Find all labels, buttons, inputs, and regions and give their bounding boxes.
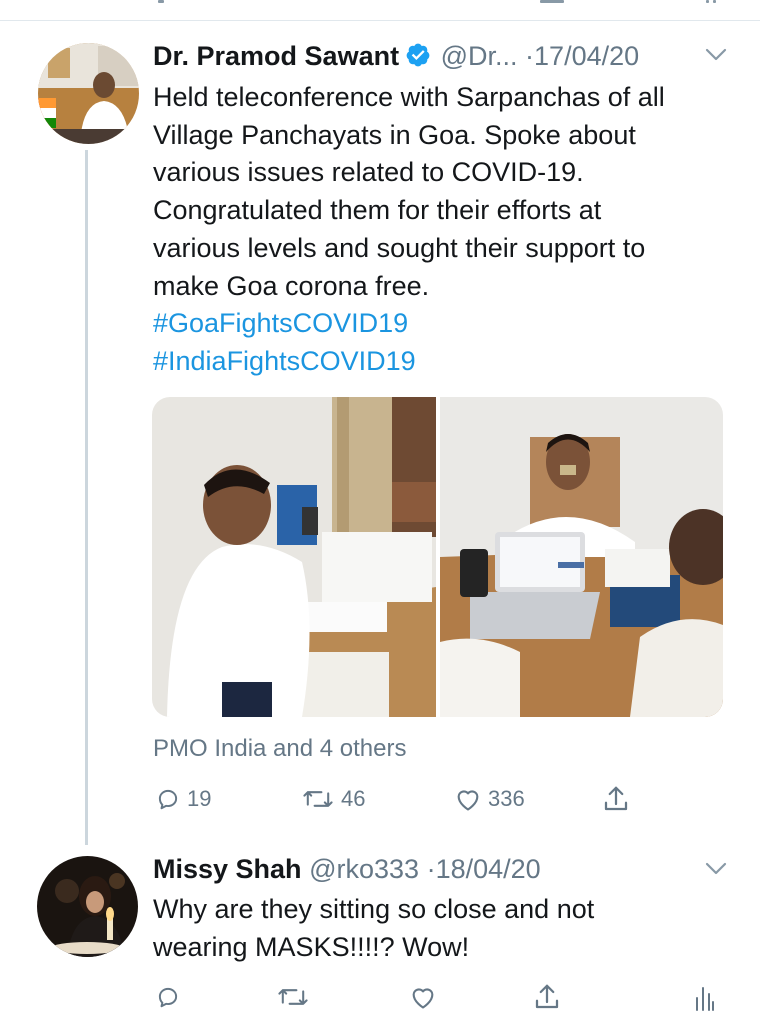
reply-text-line: Why are they sitting so close and not xyxy=(153,894,595,924)
analytics-icon xyxy=(696,987,714,1011)
tweet-text-line: various issues related to COVID-19. xyxy=(153,157,584,188)
reply-share-button[interactable] xyxy=(532,982,562,1012)
reply-author-avatar-photo xyxy=(37,856,138,957)
reply-author-handle[interactable]: @rko333 xyxy=(309,854,419,884)
reply-like-button[interactable] xyxy=(409,984,437,1010)
reply-retweet-button[interactable] xyxy=(276,984,310,1010)
photo-office-call-left xyxy=(152,397,436,717)
reply-reply-button[interactable] xyxy=(155,984,181,1010)
hashtag-link[interactable]: #IndiaFightsCOVID19 xyxy=(153,343,738,381)
tweet-text-line: make Goa corona free. xyxy=(153,270,430,301)
reply-analytics-button[interactable] xyxy=(694,984,716,1012)
reply-button[interactable]: 19 xyxy=(155,786,211,812)
retweet-icon xyxy=(303,791,333,807)
heart-icon xyxy=(457,790,479,811)
tweet-text-line: Congratulated them for their efforts at xyxy=(153,195,602,226)
tweet-text-line: Held teleconference with Sarpanchas of a… xyxy=(153,82,665,112)
reply-count: 19 xyxy=(187,786,212,811)
thread-connector-line xyxy=(85,150,88,845)
reply-author-name[interactable]: Missy Shah xyxy=(153,854,302,884)
like-count: 336 xyxy=(488,786,525,811)
tweet-photo-2[interactable] xyxy=(440,397,723,717)
previous-share-icon-fragment xyxy=(540,0,564,3)
hashtag-link[interactable]: #GoaFightsCOVID19 xyxy=(153,305,738,343)
previous-reply-icon-fragment xyxy=(158,0,164,3)
share-icon xyxy=(535,984,559,1009)
retweet-icon xyxy=(278,989,308,1005)
reply-body: Why are they sitting so close and not we… xyxy=(153,891,738,966)
tweet-body: Held teleconference with Sarpanchas of a… xyxy=(153,79,738,381)
like-button[interactable]: 336 xyxy=(454,786,525,812)
reply-header-separator: · xyxy=(426,854,436,884)
previous-analytics-icon-fragment-2 xyxy=(713,0,716,3)
author-avatar-photo xyxy=(38,43,139,144)
tweet-date[interactable]: 17/04/20 xyxy=(534,41,639,71)
verified-badge-icon xyxy=(406,43,430,67)
tweet-divider xyxy=(0,20,760,21)
previous-analytics-icon-fragment xyxy=(706,0,709,3)
previous-tweet-actions-strip xyxy=(0,0,760,20)
author-avatar[interactable] xyxy=(38,43,139,144)
share-icon xyxy=(604,786,628,811)
header-separator: · xyxy=(525,41,535,71)
tweet-text-line: Village Panchayats in Goa. Spoke about xyxy=(153,119,636,150)
share-button[interactable] xyxy=(601,784,631,814)
reply-date[interactable]: 18/04/20 xyxy=(436,854,541,884)
tweet-header: Dr. Pramod Sawant @Dr... ·17/04/20 xyxy=(153,38,639,74)
author-name[interactable]: Dr. Pramod Sawant xyxy=(153,41,399,71)
heart-icon xyxy=(412,988,434,1009)
photo-office-call-right xyxy=(440,397,723,717)
tweet-media[interactable] xyxy=(152,397,723,717)
chevron-down-icon[interactable] xyxy=(705,48,727,62)
author-handle[interactable]: @Dr... xyxy=(441,41,518,71)
retweet-count: 46 xyxy=(341,786,366,811)
reply-author-avatar[interactable] xyxy=(37,856,138,957)
chevron-down-icon[interactable] xyxy=(705,862,727,876)
reply-text-line: wearing MASKS!!!!? Wow! xyxy=(153,931,470,962)
tweet-text-line: various levels and sought their support … xyxy=(153,232,646,263)
reply-icon xyxy=(158,789,178,810)
tweet-photo-1[interactable] xyxy=(152,397,436,717)
social-context[interactable]: PMO India and 4 others xyxy=(153,735,406,763)
retweet-button[interactable]: 46 xyxy=(301,786,365,812)
reply-icon xyxy=(158,987,178,1008)
reply-header: Missy Shah @rko333 ·18/04/20 xyxy=(153,851,541,887)
